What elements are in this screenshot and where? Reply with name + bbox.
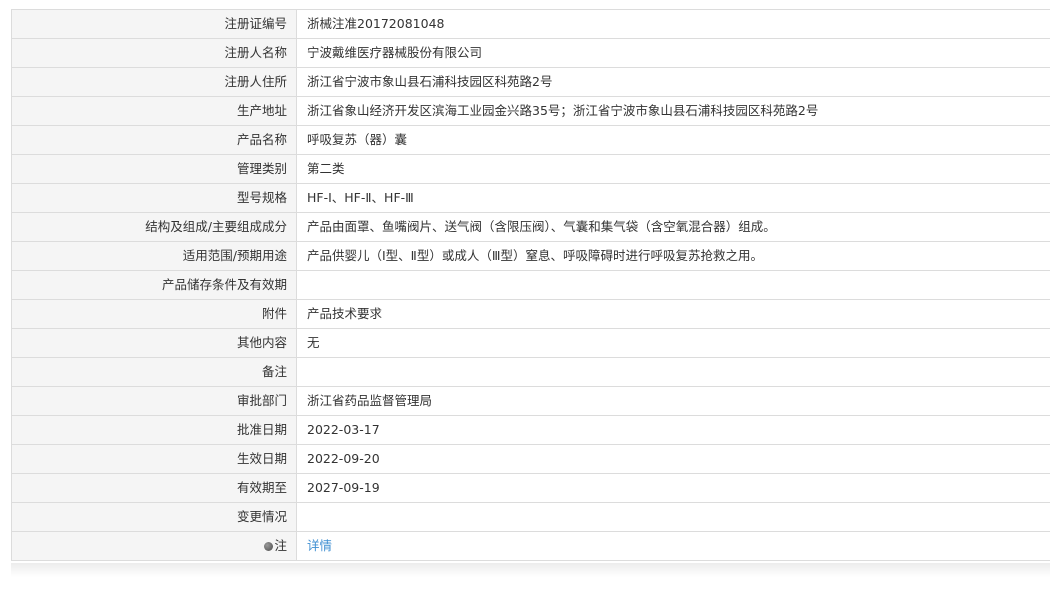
table-row: 注册人住所 浙江省宁波市象山县石浦科技园区科苑路2号 — [11, 67, 1050, 97]
table-row: 管理类别 第二类 — [11, 154, 1050, 184]
table-row: 注册证编号 浙械注准20172081048 — [11, 9, 1050, 39]
note-row-value: 详情 — [296, 531, 1050, 561]
row-label: 产品名称 — [11, 125, 297, 155]
table-row: 产品名称 呼吸复苏（器）囊 — [11, 125, 1050, 155]
row-value: 浙江省药品监督管理局 — [296, 386, 1050, 416]
details-link[interactable]: 详情 — [307, 538, 332, 553]
bubble-icon — [264, 542, 274, 551]
row-label: 附件 — [11, 299, 297, 329]
note-row: 注 详情 — [11, 531, 1050, 561]
row-value: 第二类 — [296, 154, 1050, 184]
table-row: 生效日期 2022-09-20 — [11, 444, 1050, 474]
table-row: 其他内容 无 — [11, 328, 1050, 358]
table-row: 审批部门 浙江省药品监督管理局 — [11, 386, 1050, 416]
row-label: 注册人名称 — [11, 38, 297, 68]
table-row: 注册人名称 宁波戴维医疗器械股份有限公司 — [11, 38, 1050, 68]
row-label: 生产地址 — [11, 96, 297, 126]
row-value: 2027-09-19 — [296, 473, 1050, 503]
table-row: 生产地址 浙江省象山经济开发区滨海工业园金兴路35号；浙江省宁波市象山县石浦科技… — [11, 96, 1050, 126]
table-row: 结构及组成/主要组成成分 产品由面罩、鱼嘴阀片、送气阀（含限压阀）、气囊和集气袋… — [11, 212, 1050, 242]
table-row: 附件 产品技术要求 — [11, 299, 1050, 329]
row-label: 注册人住所 — [11, 67, 297, 97]
row-label: 结构及组成/主要组成成分 — [11, 212, 297, 242]
row-label: 变更情况 — [11, 502, 297, 532]
table-bottom-shadow — [11, 563, 1050, 577]
table-row: 型号规格 HF-Ⅰ、HF-Ⅱ、HF-Ⅲ — [11, 183, 1050, 213]
row-label: 注册证编号 — [11, 9, 297, 39]
row-label: 产品储存条件及有效期 — [11, 270, 297, 300]
row-value — [296, 502, 1050, 532]
table-row: 变更情况 — [11, 502, 1050, 532]
row-value: HF-Ⅰ、HF-Ⅱ、HF-Ⅲ — [296, 183, 1050, 213]
row-value — [296, 357, 1050, 387]
row-value: 宁波戴维医疗器械股份有限公司 — [296, 38, 1050, 68]
row-value — [296, 270, 1050, 300]
row-label: 其他内容 — [11, 328, 297, 358]
row-value: 2022-09-20 — [296, 444, 1050, 474]
row-value: 产品供婴儿（Ⅰ型、Ⅱ型）或成人（Ⅲ型）窒息、呼吸障碍时进行呼吸复苏抢救之用。 — [296, 241, 1050, 271]
note-label: 注 — [274, 538, 287, 553]
row-value: 浙江省宁波市象山县石浦科技园区科苑路2号 — [296, 67, 1050, 97]
row-value: 无 — [296, 328, 1050, 358]
row-value: 呼吸复苏（器）囊 — [296, 125, 1050, 155]
row-label: 型号规格 — [11, 183, 297, 213]
table-row: 产品储存条件及有效期 — [11, 270, 1050, 300]
table-row: 有效期至 2027-09-19 — [11, 473, 1050, 503]
row-label: 适用范围/预期用途 — [11, 241, 297, 271]
note-row-label: 注 — [11, 531, 297, 561]
row-label: 备注 — [11, 357, 297, 387]
row-value: 2022-03-17 — [296, 415, 1050, 445]
row-label: 有效期至 — [11, 473, 297, 503]
row-value: 产品由面罩、鱼嘴阀片、送气阀（含限压阀）、气囊和集气袋（含空氧混合器）组成。 — [296, 212, 1050, 242]
row-label: 生效日期 — [11, 444, 297, 474]
registration-record-table: 注册证编号 浙械注准20172081048 注册人名称 宁波戴维医疗器械股份有限… — [11, 9, 1050, 561]
row-value: 产品技术要求 — [296, 299, 1050, 329]
row-label: 批准日期 — [11, 415, 297, 445]
row-value: 浙械注准20172081048 — [296, 9, 1050, 39]
row-label: 管理类别 — [11, 154, 297, 184]
row-value: 浙江省象山经济开发区滨海工业园金兴路35号；浙江省宁波市象山县石浦科技园区科苑路… — [296, 96, 1050, 126]
table-row: 适用范围/预期用途 产品供婴儿（Ⅰ型、Ⅱ型）或成人（Ⅲ型）窒息、呼吸障碍时进行呼… — [11, 241, 1050, 271]
row-label: 审批部门 — [11, 386, 297, 416]
table-row: 备注 — [11, 357, 1050, 387]
table-row: 批准日期 2022-03-17 — [11, 415, 1050, 445]
registration-detail-page: 注册证编号 浙械注准20172081048 注册人名称 宁波戴维医疗器械股份有限… — [0, 0, 1050, 599]
